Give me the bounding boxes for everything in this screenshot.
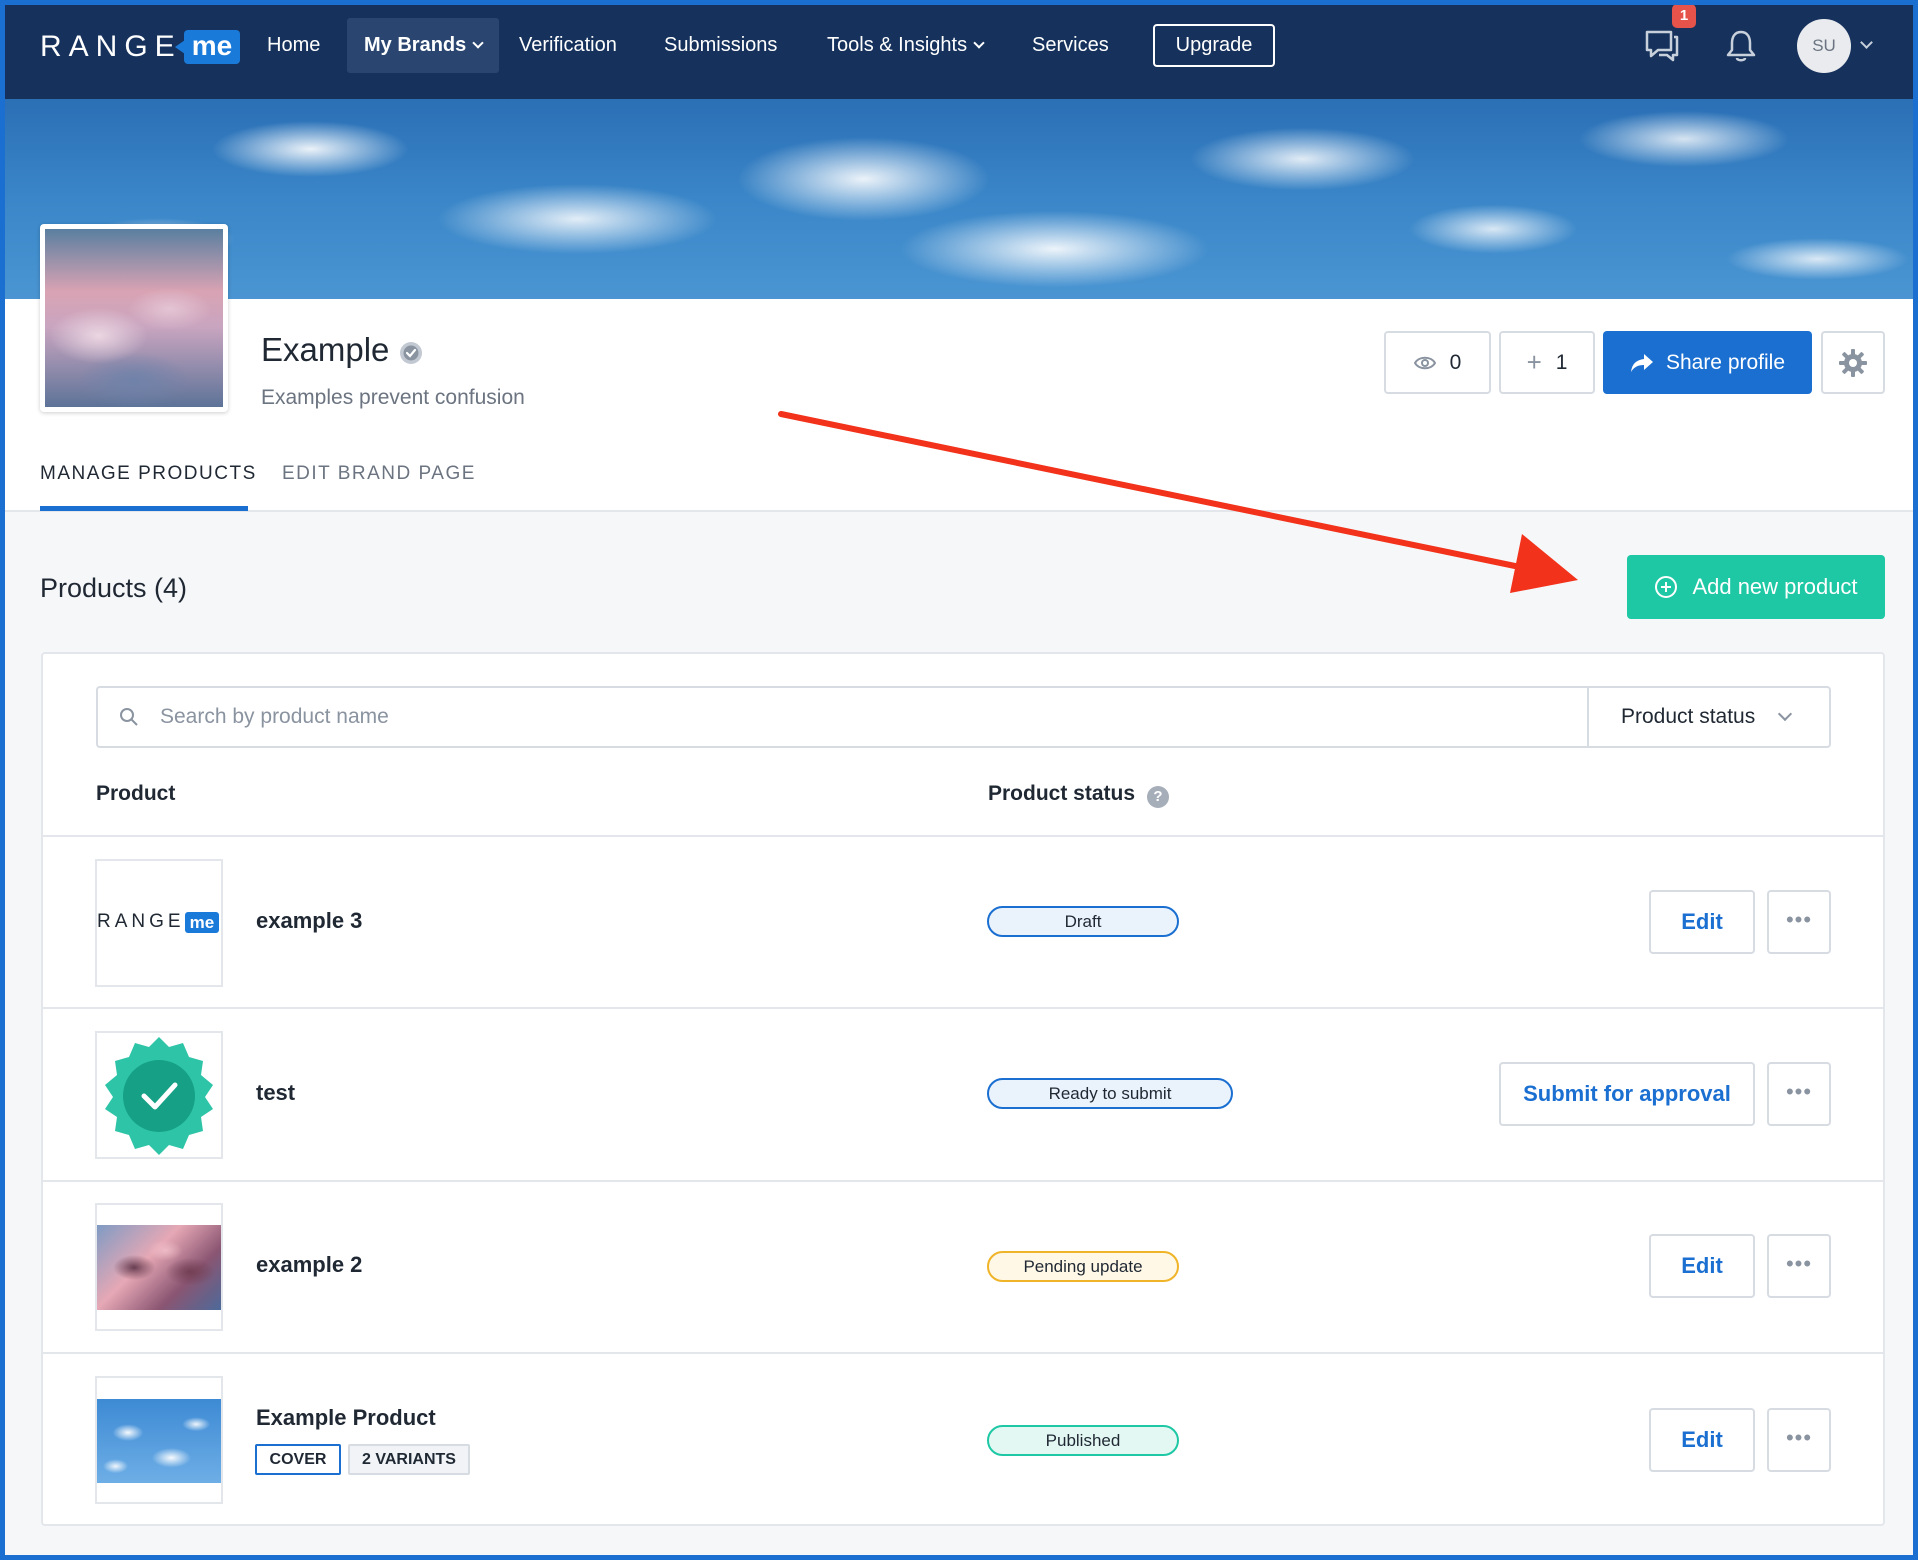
add-new-product-label: Add new product (1692, 574, 1858, 599)
cover-tag: COVER (255, 1444, 341, 1475)
help-icon[interactable]: ? (1147, 786, 1169, 808)
more-options-button[interactable]: ••• (1767, 1062, 1831, 1126)
row-divider (43, 1180, 1883, 1182)
variants-tag: 2 VARIANTS (348, 1444, 470, 1475)
chevron-down-icon[interactable] (1860, 36, 1873, 49)
rangeme-logo-thumbnail: RANGE me (97, 911, 220, 933)
rangeme-logo[interactable]: RANGE me (40, 30, 241, 64)
views-count: 0 (1449, 350, 1462, 374)
nav-services[interactable]: Services (1015, 18, 1126, 73)
plus-icon: + (1526, 347, 1542, 377)
more-options-button[interactable]: ••• (1767, 890, 1831, 954)
settings-button[interactable] (1821, 331, 1885, 394)
product-status-filter[interactable]: Product status (1587, 686, 1831, 748)
share-profile-button[interactable]: Share profile (1603, 331, 1812, 394)
column-header-status: Product status (988, 782, 1136, 805)
product-name[interactable]: Example Product (256, 1405, 436, 1431)
verified-seal-icon (105, 1037, 213, 1155)
tab-edit-brand-page[interactable]: EDIT BRAND PAGE (282, 463, 476, 485)
upgrade-button[interactable]: Upgrade (1153, 24, 1275, 67)
product-image (97, 1399, 221, 1483)
nav-verification[interactable]: Verification (502, 18, 634, 73)
edit-button[interactable]: Edit (1649, 1234, 1755, 1298)
edit-button[interactable]: Edit (1649, 1408, 1755, 1472)
views-count-button[interactable]: 0 (1384, 331, 1491, 394)
follow-count: 1 (1555, 350, 1568, 374)
status-badge: Draft (987, 906, 1179, 937)
brand-cover-banner (5, 99, 1913, 299)
verified-badge-icon (400, 342, 422, 364)
status-badge: Published (987, 1425, 1179, 1456)
brand-logo-image (40, 224, 228, 412)
chevron-down-icon (973, 37, 985, 49)
gear-icon (1839, 348, 1867, 377)
user-avatar[interactable]: SU (1797, 19, 1851, 73)
products-heading: Products (4) (40, 573, 188, 603)
product-thumbnail[interactable]: RANGE me (95, 859, 223, 987)
thumbnail-logo-me: me (184, 911, 220, 933)
nav-home[interactable]: Home (250, 18, 337, 73)
status-badge: Ready to submit (987, 1078, 1233, 1109)
share-arrow-icon (1630, 353, 1653, 372)
notification-count-badge: 1 (1672, 4, 1696, 28)
product-thumbnail[interactable] (95, 1031, 223, 1159)
edit-button[interactable]: Edit (1649, 890, 1755, 954)
bell-icon[interactable] (1724, 28, 1758, 64)
nav-my-brands[interactable]: My Brands (347, 18, 500, 73)
product-name[interactable]: test (256, 1080, 295, 1106)
share-profile-label: Share profile (1665, 350, 1786, 374)
search-icon (120, 708, 138, 726)
top-nav: RANGE me Home My Brands Verification Sub… (0, 0, 1918, 99)
tab-manage-products[interactable]: MANAGE PRODUCTS (40, 463, 257, 485)
nav-tools-insights[interactable]: Tools & Insights (810, 18, 1000, 73)
row-divider (43, 1007, 1883, 1009)
eye-icon (1413, 356, 1436, 369)
submit-for-approval-button[interactable]: Submit for approval (1499, 1062, 1755, 1126)
nav-tools-insights-label: Tools & Insights (827, 34, 968, 56)
more-options-button[interactable]: ••• (1767, 1408, 1831, 1472)
follow-count-button[interactable]: + 1 (1499, 331, 1595, 394)
product-thumbnail[interactable] (95, 1203, 223, 1331)
active-tab-indicator (40, 506, 248, 511)
messages-icon[interactable] (1644, 28, 1680, 62)
product-name[interactable]: example 2 (256, 1252, 362, 1278)
brand-tagline: Examples prevent confusion (261, 386, 525, 409)
column-header-product: Product (96, 782, 176, 805)
status-badge: Pending update (987, 1251, 1179, 1282)
row-divider (43, 1352, 1883, 1354)
more-options-button[interactable]: ••• (1767, 1234, 1831, 1298)
logo-me-badge: me (174, 30, 241, 64)
search-input[interactable] (160, 690, 1560, 744)
chevron-down-icon (472, 37, 484, 49)
product-name[interactable]: example 3 (256, 908, 362, 934)
plus-circle-icon (1655, 576, 1678, 598)
nav-submissions[interactable]: Submissions (647, 18, 794, 73)
thumbnail-logo-text: RANGE (97, 911, 185, 932)
product-image (97, 1225, 221, 1310)
brand-name: Example (261, 331, 390, 368)
logo-text: RANGE (40, 30, 182, 63)
add-new-product-button[interactable]: Add new product (1627, 555, 1885, 619)
row-divider (43, 835, 1883, 837)
product-thumbnail[interactable] (95, 1376, 223, 1504)
nav-my-brands-label: My Brands (364, 34, 467, 56)
